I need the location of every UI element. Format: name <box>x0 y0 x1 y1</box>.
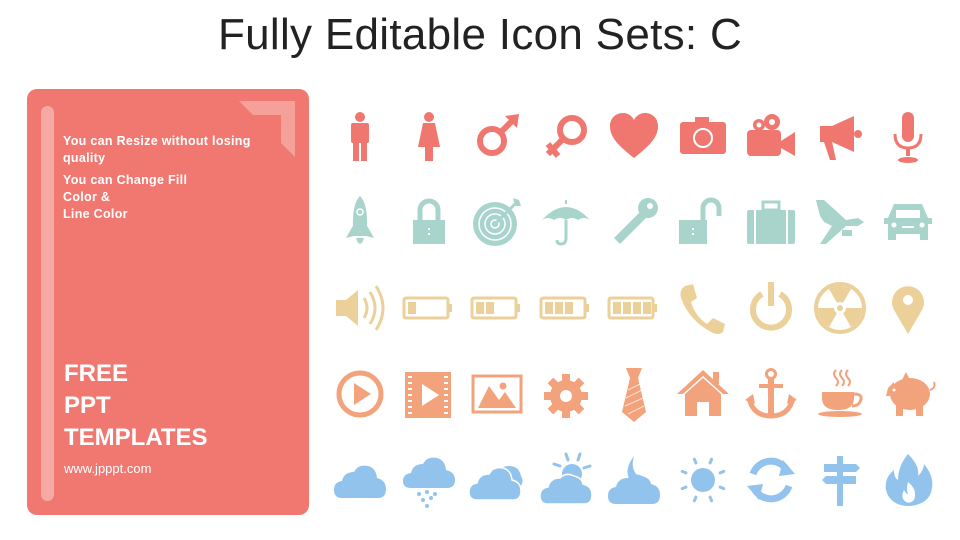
coffee-icon <box>812 366 868 422</box>
battery-half-icon <box>469 280 525 336</box>
phone-icon <box>675 280 731 336</box>
battery-high-icon <box>538 280 594 336</box>
tie-icon <box>606 366 662 422</box>
card-accent-bar <box>41 106 54 501</box>
battery-low-icon <box>401 280 457 336</box>
rocket-icon <box>332 194 388 250</box>
unlock-icon <box>675 194 731 250</box>
clouds-icon <box>469 452 525 508</box>
page-title: Fully Editable Icon Sets: C <box>217 10 743 59</box>
battery-full-icon <box>606 280 662 336</box>
video-icon <box>401 366 457 422</box>
brand-text: FREE PPT TEMPLATES <box>64 358 208 454</box>
rain-icon <box>401 452 457 508</box>
briefcase-icon <box>743 194 799 250</box>
microphone-icon <box>880 108 936 164</box>
brand-line3: TEMPLATES <box>64 424 208 451</box>
umbrella-icon <box>538 194 594 250</box>
moon-cloud-icon <box>606 452 662 508</box>
home-icon <box>675 366 731 422</box>
radiation-icon <box>812 280 868 336</box>
refresh-icon <box>743 452 799 508</box>
car-icon <box>880 194 936 250</box>
fill-note-line2: Color & <box>63 190 111 204</box>
info-card: You can Resize without losing quality Yo… <box>27 89 309 515</box>
play-icon <box>332 366 388 422</box>
fill-note-line1: You can Change Fill <box>63 173 188 187</box>
sun-icon <box>675 452 731 508</box>
airplane-icon <box>812 194 868 250</box>
target-icon <box>469 194 525 250</box>
piggy-bank-icon <box>880 366 936 422</box>
female-symbol-icon <box>538 108 594 164</box>
video-camera-icon <box>743 108 799 164</box>
male-symbol-icon <box>469 108 525 164</box>
key-icon <box>606 194 662 250</box>
signpost-icon <box>812 452 868 508</box>
fill-note: You can Change Fill Color & Line Color <box>63 172 253 223</box>
fire-icon <box>880 452 936 508</box>
man-icon <box>332 108 388 164</box>
woman-icon <box>401 108 457 164</box>
website-url: www.jpppt.com <box>64 461 152 476</box>
anchor-icon <box>743 366 799 422</box>
cloud-icon <box>332 452 388 508</box>
fill-note-line3: Line Color <box>63 207 128 221</box>
resize-note: You can Resize without losing quality <box>63 134 251 165</box>
location-pin-icon <box>880 280 936 336</box>
power-icon <box>743 280 799 336</box>
heart-icon <box>606 108 662 164</box>
sun-cloud-icon <box>538 452 594 508</box>
image-icon <box>469 366 525 422</box>
brand-line2: PPT <box>64 392 111 419</box>
gear-icon <box>538 366 594 422</box>
lock-icon <box>401 194 457 250</box>
megaphone-icon <box>812 108 868 164</box>
speaker-icon <box>332 280 388 336</box>
camera-icon <box>675 108 731 164</box>
brand-line1: FREE <box>64 360 129 387</box>
